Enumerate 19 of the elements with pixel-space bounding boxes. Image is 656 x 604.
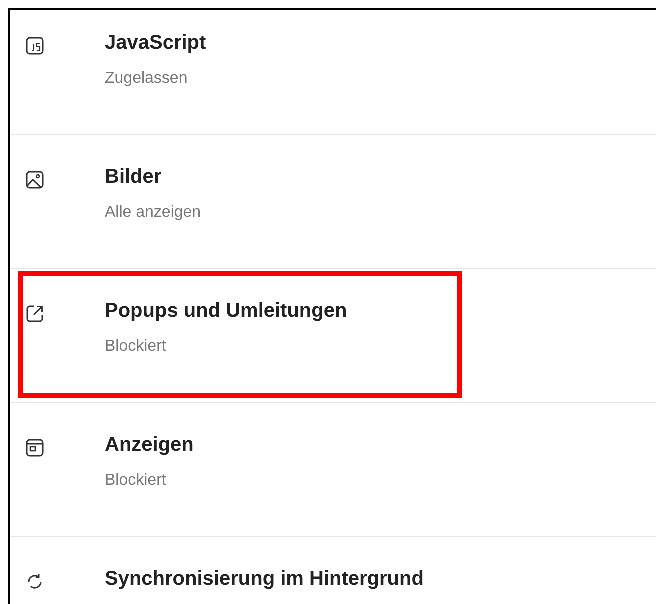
sync-icon <box>26 573 44 591</box>
setting-title: Synchronisierung im Hintergrund <box>105 568 424 590</box>
settings-row[interactable]: Anzeigen Blockiert <box>10 403 656 491</box>
external-link-icon <box>26 305 44 323</box>
ad-window-icon <box>26 439 44 457</box>
setting-title: Popups und Umleitungen <box>105 300 348 322</box>
image-icon <box>26 171 44 189</box>
setting-status: Blockiert <box>105 337 168 357</box>
settings-row[interactable]: Bilder Alle anzeigen <box>10 135 656 223</box>
setting-title: Bilder <box>105 166 163 188</box>
settings-row[interactable]: Popups und Umleitungen Blockiert <box>10 269 656 357</box>
settings-row[interactable]: JavaScript Zugelassen <box>10 10 656 89</box>
setting-status: Zugelassen <box>105 69 189 89</box>
javascript-icon <box>26 37 44 55</box>
settings-row[interactable]: Synchronisierung im Hintergrund <box>10 537 656 591</box>
setting-status: Alle anzeigen <box>105 203 202 223</box>
setting-status: Blockiert <box>105 471 168 491</box>
setting-title: Anzeigen <box>105 434 194 456</box>
setting-title: JavaScript <box>105 32 206 54</box>
